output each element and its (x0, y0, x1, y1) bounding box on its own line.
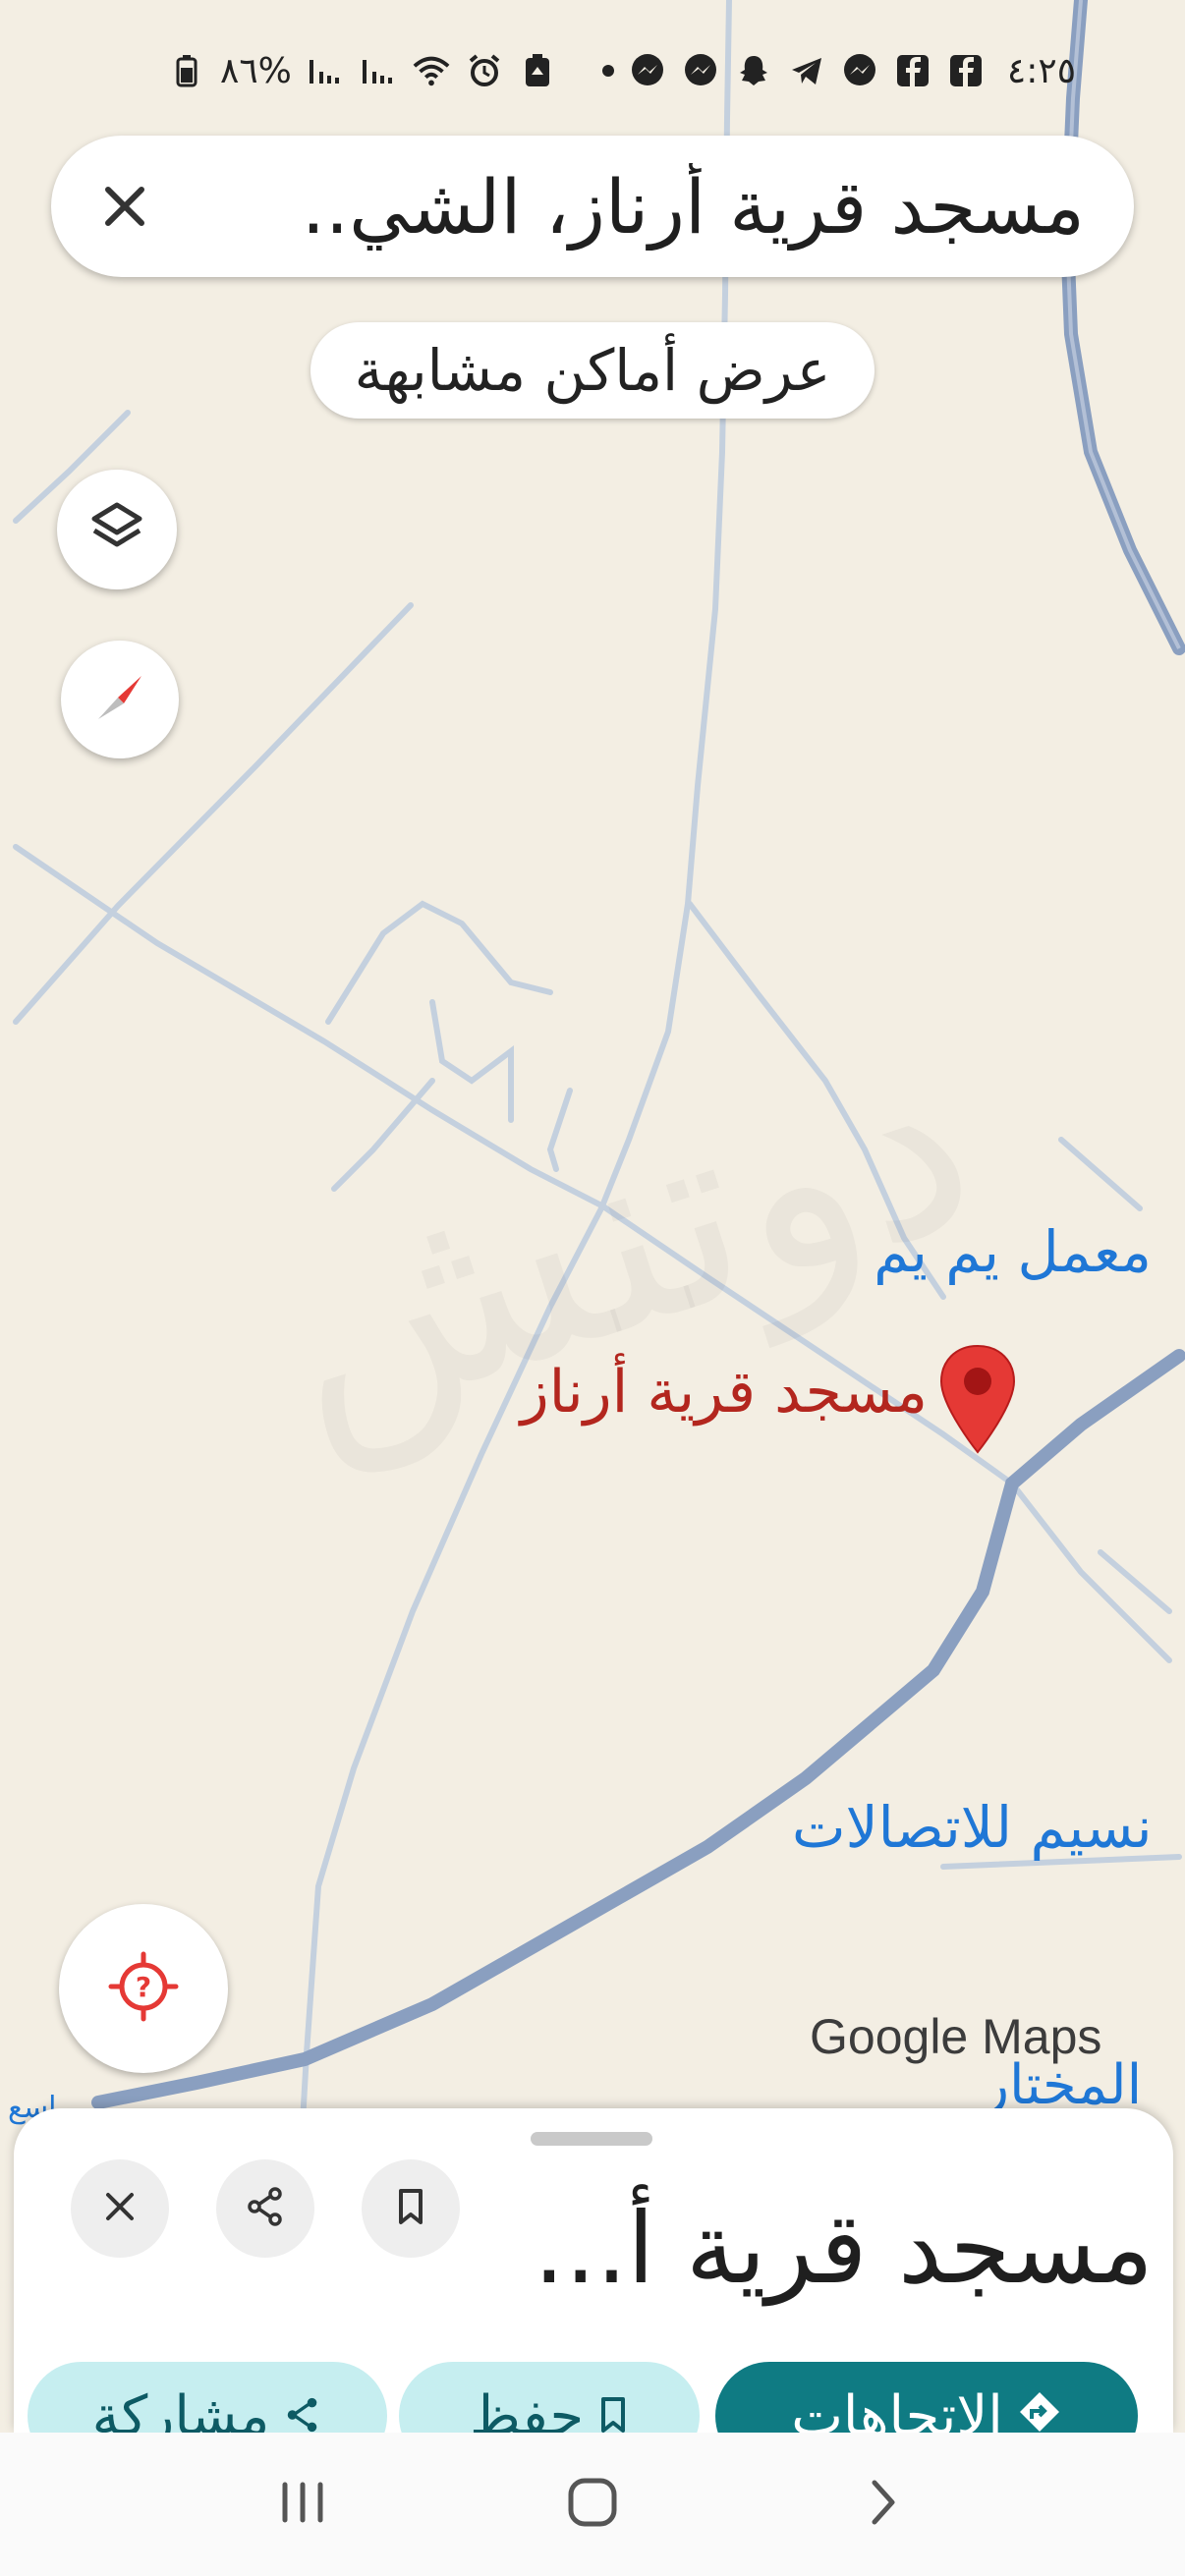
system-status-icons: ٨٦% (167, 51, 557, 91)
home-icon (567, 2477, 618, 2532)
layers-button[interactable] (57, 470, 177, 589)
share-icon (283, 2384, 322, 2434)
search-query[interactable]: مسجد قرية أرناز، الشي.. (179, 163, 1085, 251)
save-label: حفظ (469, 2383, 585, 2434)
clock: ٤:٢٥ (1006, 50, 1077, 91)
directions-icon (1017, 2384, 1062, 2434)
bookmark-icon (393, 2187, 428, 2230)
recents-icon (277, 2481, 328, 2528)
bookmark-icon (597, 2384, 629, 2434)
place-bottom-sheet[interactable]: مسجد قرية أ... الاتجاهات حفظ مشاركة (14, 2108, 1173, 2433)
recents-button[interactable] (258, 2460, 347, 2548)
home-button[interactable] (548, 2460, 637, 2548)
close-sheet-button[interactable] (71, 2159, 169, 2258)
similar-places-button[interactable]: عرض أماكن مشابهة (310, 322, 875, 419)
place-pin-icon[interactable] (935, 1342, 1020, 1456)
messenger-icon (840, 51, 879, 90)
sheet-drag-handle[interactable] (531, 2132, 652, 2146)
signal-icon (306, 51, 345, 90)
compass-button[interactable] (61, 641, 179, 758)
wifi-icon (412, 51, 451, 90)
signal-icon (359, 51, 398, 90)
telegram-icon (787, 51, 826, 90)
close-icon (102, 2189, 138, 2228)
more-notifications-dot (601, 65, 614, 77)
share-label: مشاركة (91, 2383, 270, 2434)
save-button[interactable]: حفظ (399, 2362, 700, 2433)
google-maps-logo: Google Maps (810, 2009, 1102, 2064)
system-nav-bar (0, 2433, 1185, 2576)
battery-icon (167, 51, 206, 90)
share-place-button[interactable] (216, 2159, 314, 2258)
facebook-icon (946, 51, 986, 90)
directions-button[interactable]: الاتجاهات (715, 2362, 1138, 2433)
back-button[interactable] (838, 2460, 927, 2548)
messenger-icon (628, 51, 667, 90)
layers-icon (88, 499, 145, 560)
messenger-icon (681, 51, 720, 90)
search-bar[interactable]: مسجد قرية أرناز، الشي.. (51, 136, 1134, 277)
map-label-maamal-yam-yam[interactable]: معمل يم يم (874, 1218, 1152, 1285)
share-icon (245, 2186, 286, 2231)
directions-label: الاتجاهات (791, 2383, 1003, 2434)
battery-saver-icon (518, 51, 557, 90)
place-title: مسجد قرية أ... (534, 2191, 1154, 2306)
svg-text:?: ? (136, 1971, 151, 2003)
my-location-button[interactable]: ? (59, 1904, 228, 2073)
back-icon (863, 2477, 902, 2532)
share-button[interactable]: مشاركة (28, 2362, 387, 2433)
facebook-icon (893, 51, 932, 90)
save-place-button[interactable] (362, 2159, 460, 2258)
close-icon[interactable] (90, 172, 159, 241)
alarm-icon (465, 51, 504, 90)
notification-icons (601, 51, 986, 90)
compass-icon (90, 668, 149, 731)
status-bar: ٨٦% ٤:٢٥ (167, 45, 1110, 96)
snapchat-icon (734, 51, 773, 90)
battery-percent: ٨٦% (220, 50, 292, 91)
map-label-selected-mosque[interactable]: مسجد قرية أرناز (521, 1358, 928, 1427)
location-unknown-icon: ? (107, 1950, 180, 2027)
map-label-naseem-telecom[interactable]: نسيم للاتصالات (792, 1794, 1153, 1861)
